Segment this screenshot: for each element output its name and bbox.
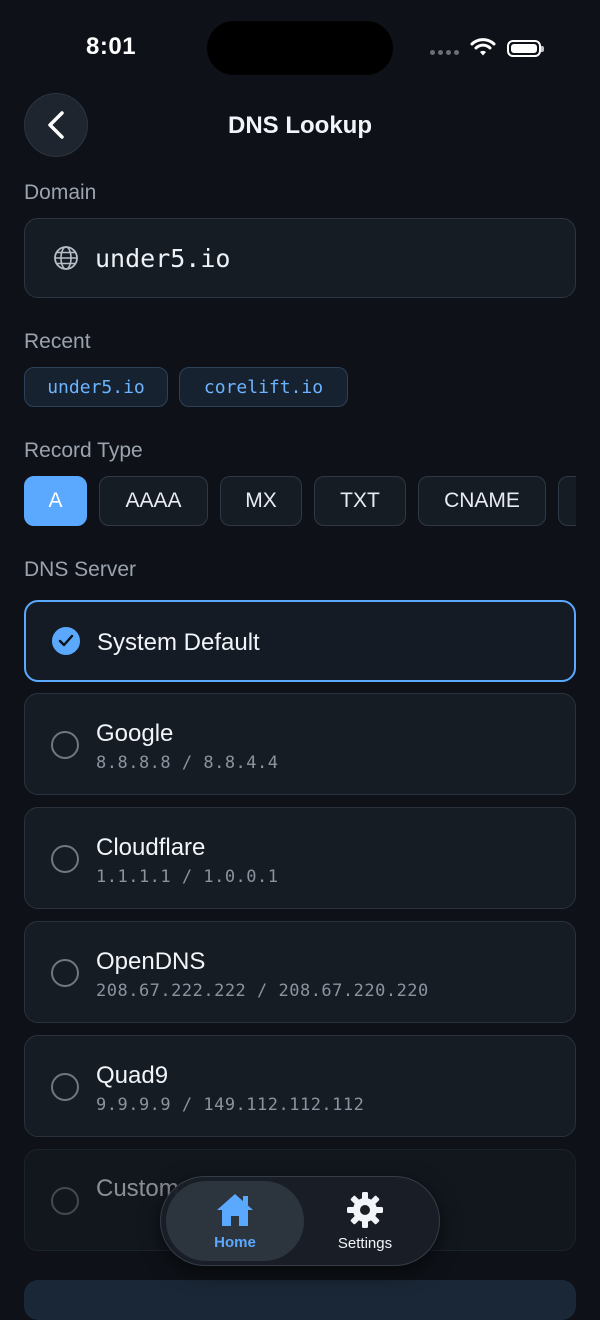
record-type-selector: A AAAA MX TXT CNAME xyxy=(24,476,576,526)
radio-icon xyxy=(51,1187,79,1215)
server-ip: 1.1.1.1 / 1.0.0.1 xyxy=(96,867,279,887)
record-type-label: Record Type xyxy=(24,439,143,462)
tab-home[interactable]: Home xyxy=(166,1181,304,1261)
server-ip: 9.9.9.9 / 149.112.112.112 xyxy=(96,1095,365,1115)
battery-icon xyxy=(507,40,544,57)
globe-icon xyxy=(54,246,78,270)
cellular-signal-icon xyxy=(430,50,459,55)
server-option-cloudflare[interactable]: Cloudflare 1.1.1.1 / 1.0.0.1 xyxy=(24,807,576,909)
server-option-system-default[interactable]: System Default xyxy=(24,600,576,682)
dynamic-island xyxy=(207,21,393,75)
server-name: Cloudflare xyxy=(96,834,206,861)
tab-settings-label: Settings xyxy=(337,1234,393,1252)
record-type-more[interactable] xyxy=(558,476,576,526)
record-type-mx[interactable]: MX xyxy=(220,476,302,526)
server-option-opendns[interactable]: OpenDNS 208.67.222.222 / 208.67.220.220 xyxy=(24,921,576,1023)
radio-icon xyxy=(51,731,79,759)
status-time: 8:01 xyxy=(86,33,137,60)
server-name: OpenDNS xyxy=(96,948,206,975)
server-option-quad9[interactable]: Quad9 9.9.9.9 / 149.112.112.112 xyxy=(24,1035,576,1137)
dns-server-label: DNS Server xyxy=(24,558,137,581)
server-ip: 8.8.8.8 / 8.8.4.4 xyxy=(96,753,279,773)
wifi-icon xyxy=(470,38,496,56)
tab-home-label: Home xyxy=(214,1233,256,1251)
server-name: Quad9 xyxy=(96,1062,169,1089)
recent-chip-corelift[interactable]: corelift.io xyxy=(179,367,348,407)
server-ip: 208.67.222.222 / 208.67.220.220 xyxy=(96,981,429,1001)
lookup-button-partial[interactable] xyxy=(24,1280,576,1320)
domain-input[interactable] xyxy=(95,243,535,273)
recent-label: Recent xyxy=(24,330,91,353)
record-type-cname[interactable]: CNAME xyxy=(418,476,546,526)
radio-icon xyxy=(51,959,79,987)
recent-chip-under5[interactable]: under5.io xyxy=(24,367,168,407)
radio-icon xyxy=(51,845,79,873)
tab-bar: Home Settings xyxy=(160,1176,440,1266)
domain-field[interactable] xyxy=(24,218,576,298)
tab-settings[interactable]: Settings xyxy=(296,1181,434,1261)
record-type-a[interactable]: A xyxy=(24,476,87,526)
record-type-aaaa[interactable]: AAAA xyxy=(99,476,208,526)
gear-icon xyxy=(347,1191,383,1228)
server-name: Google xyxy=(96,720,174,747)
radio-checked-icon xyxy=(52,627,80,655)
checkmark-icon xyxy=(58,634,74,647)
page-title: DNS Lookup xyxy=(228,112,372,139)
house-icon xyxy=(217,1193,253,1226)
domain-label: Domain xyxy=(24,181,97,204)
radio-icon xyxy=(51,1073,79,1101)
server-name: System Default xyxy=(97,629,260,656)
record-type-txt[interactable]: TXT xyxy=(314,476,406,526)
server-option-google[interactable]: Google 8.8.8.8 / 8.8.4.4 xyxy=(24,693,576,795)
